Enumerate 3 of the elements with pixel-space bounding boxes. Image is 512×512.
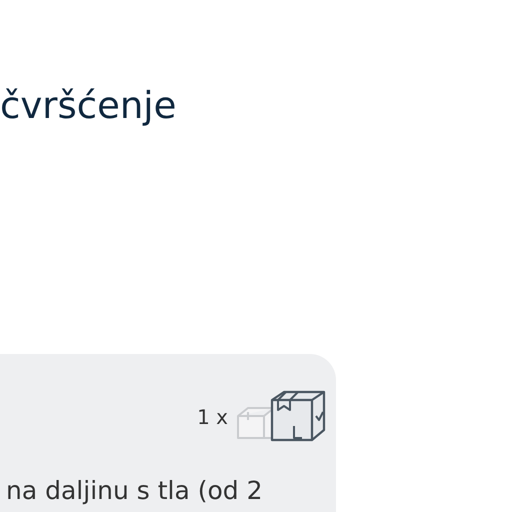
page-heading: čvršćenje xyxy=(0,84,176,128)
description-text: na daljinu s tla (od 2 xyxy=(6,476,264,506)
quantity-label: 1 x xyxy=(197,405,228,429)
